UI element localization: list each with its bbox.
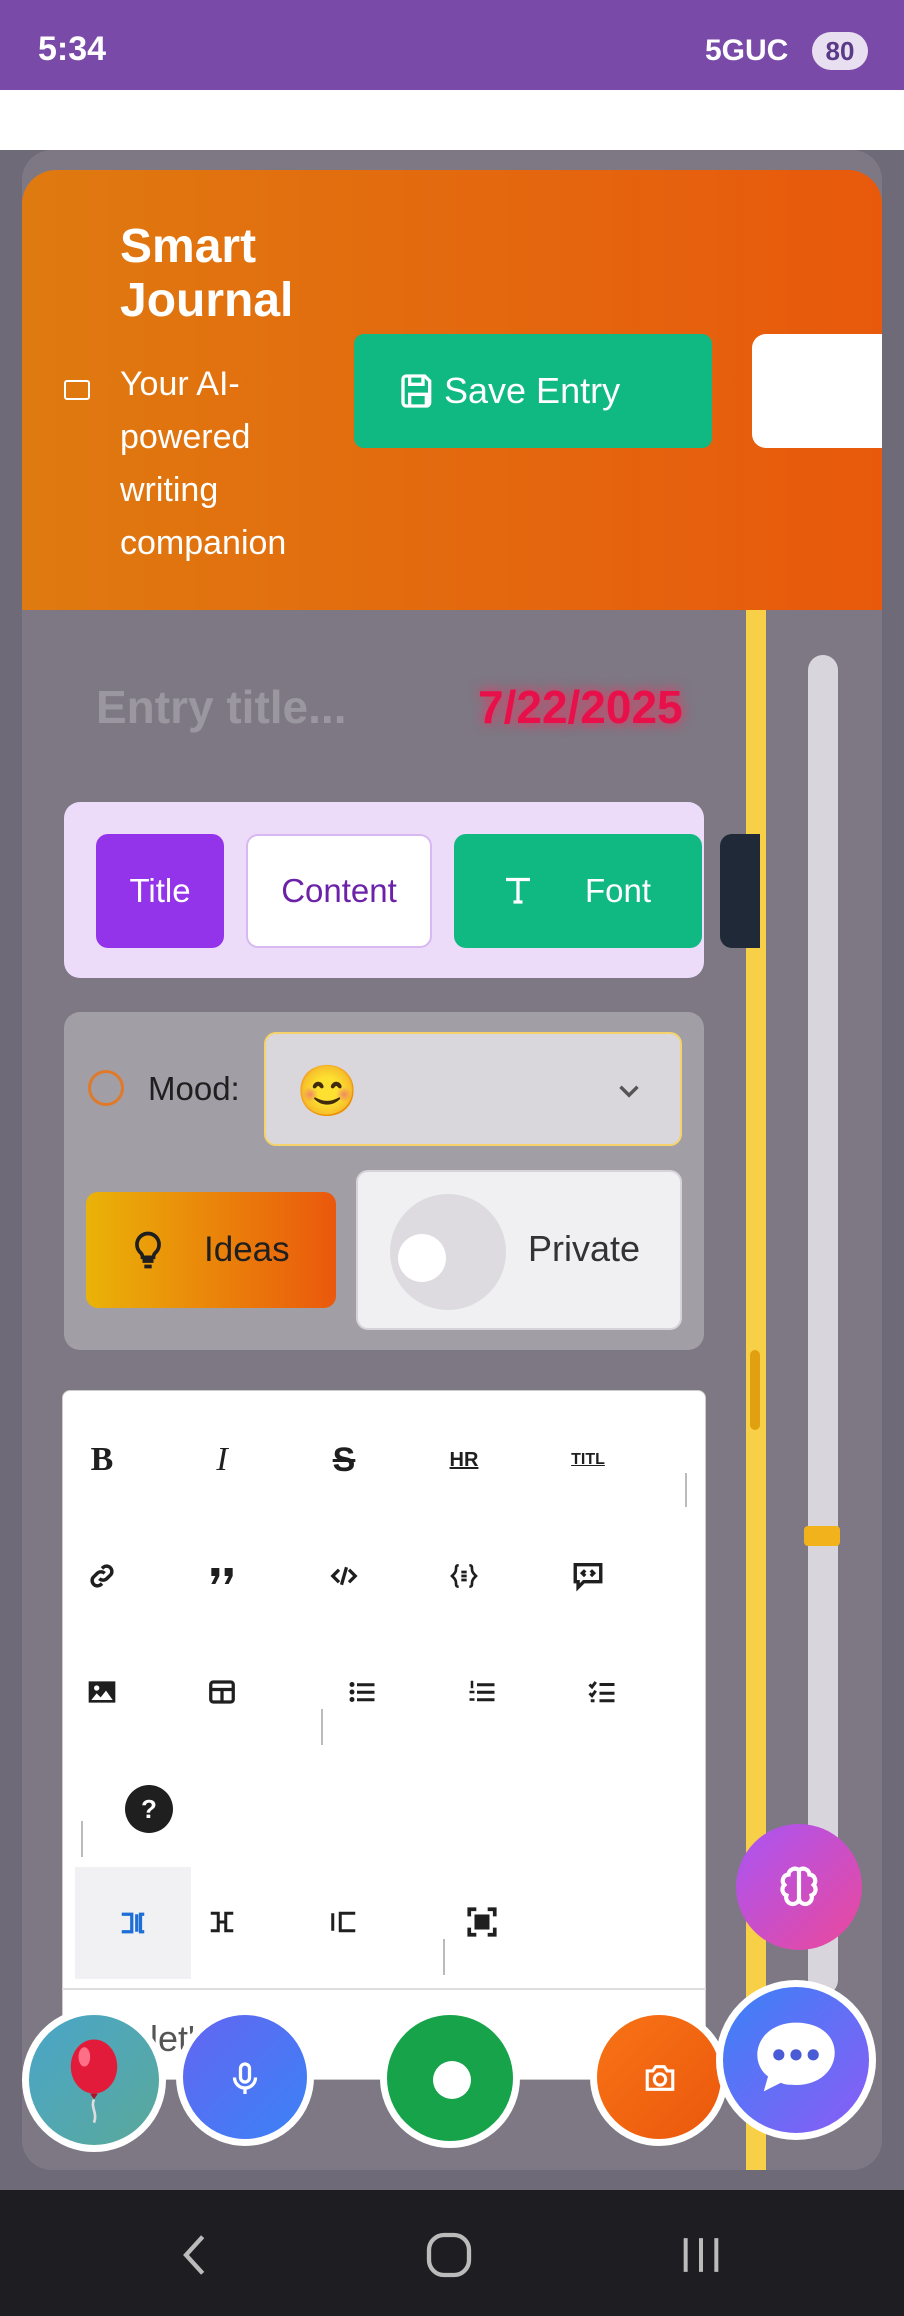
voice-record-button[interactable] — [176, 2008, 314, 2146]
italic-button[interactable]: I — [187, 1425, 257, 1495]
rich-text-editor: B I S HR TITL ? — [62, 1390, 706, 2080]
recents-icon[interactable] — [678, 2230, 724, 2280]
code-block-button[interactable] — [429, 1541, 499, 1611]
tab-overflow[interactable] — [720, 834, 760, 948]
help-button[interactable]: ? — [125, 1785, 173, 1833]
ideas-button[interactable]: Ideas — [86, 1192, 336, 1308]
toolbar-separator — [81, 1821, 83, 1857]
mic-icon — [232, 2062, 258, 2094]
bullet-list-button[interactable] — [327, 1657, 397, 1727]
book-icon — [64, 380, 90, 400]
code-block-icon — [450, 1564, 478, 1588]
camera-icon — [645, 2065, 675, 2091]
editor-divider — [62, 1988, 706, 1990]
split-view-button[interactable] — [75, 1867, 191, 1979]
balloon-icon — [70, 2039, 118, 2124]
smiley-icon — [88, 1070, 124, 1106]
bold-button[interactable]: B — [67, 1425, 137, 1495]
quote-icon — [211, 1568, 233, 1584]
background-app-bar — [0, 90, 904, 150]
balloon-button[interactable] — [22, 2008, 166, 2152]
split-right-icon — [331, 1911, 356, 1933]
record-dot-icon — [433, 2061, 471, 2099]
app-title: Smart Journal — [120, 220, 294, 327]
private-toggle-card: Private — [356, 1170, 682, 1330]
checklist-icon — [588, 1681, 615, 1703]
save-entry-label: Save Entry — [444, 370, 621, 411]
home-icon[interactable] — [424, 2230, 474, 2280]
private-toggle[interactable] — [390, 1194, 506, 1310]
image-button[interactable] — [67, 1657, 137, 1727]
app-subtitle: Your AI-powered writing companion — [120, 365, 287, 562]
entry-title-input[interactable]: Entry title... — [96, 680, 346, 734]
camera-button[interactable] — [590, 2008, 728, 2146]
status-bar: 5:34 5GUC 80 — [0, 0, 904, 90]
journal-header: Smart Journal Your AI-powered writing co… — [22, 170, 882, 610]
split-left-icon — [121, 1912, 145, 1934]
title-format-button[interactable]: TITL — [553, 1425, 623, 1495]
ai-assistant-button[interactable] — [736, 1824, 862, 1950]
fullscreen-icon — [467, 1907, 497, 1937]
header-secondary-button[interactable] — [752, 334, 882, 448]
tab-font-label: Font — [584, 872, 652, 909]
record-button[interactable] — [380, 2008, 520, 2148]
save-entry-button[interactable]: Save Entry — [354, 334, 712, 448]
network-indicator: 5GUC — [705, 34, 789, 67]
checklist-button[interactable] — [567, 1657, 637, 1727]
mood-select[interactable]: 😊 — [264, 1032, 682, 1146]
tab-title[interactable]: Title — [96, 834, 224, 948]
code-button[interactable] — [309, 1541, 379, 1611]
scroll-handle[interactable] — [750, 1350, 760, 1430]
brain-icon — [780, 1866, 818, 1907]
scroll-track[interactable] — [808, 655, 838, 1995]
status-time: 5:34 — [38, 30, 107, 68]
toolbar-separator — [321, 1709, 323, 1745]
numbered-list-icon — [469, 1680, 495, 1702]
ideas-label: Ideas — [204, 1230, 290, 1269]
chat-button[interactable] — [716, 1980, 876, 2140]
toggle-knob — [398, 1234, 446, 1282]
mood-card: Mood: 😊 Ideas Private — [64, 1012, 704, 1350]
save-icon — [401, 374, 432, 408]
horizontal-rule-button[interactable]: HR — [429, 1425, 499, 1495]
tab-bar: Title Content Font — [64, 802, 760, 978]
image-icon — [88, 1681, 116, 1703]
tab-content[interactable]: Content — [246, 834, 432, 948]
numbered-list-button[interactable] — [447, 1657, 517, 1727]
mood-selected-value: 😊 — [296, 1063, 359, 1119]
private-label: Private — [528, 1228, 641, 1269]
split-both-icon — [210, 1911, 234, 1933]
system-nav-bar — [0, 2190, 904, 2316]
table-icon — [209, 1680, 235, 1704]
tab-font[interactable]: Font — [454, 834, 702, 948]
toolbar-separator — [443, 1939, 445, 1975]
toolbar-separator — [685, 1473, 687, 1507]
strikethrough-button[interactable]: S — [309, 1425, 379, 1495]
bullet-list-icon — [349, 1682, 375, 1702]
back-icon[interactable] — [176, 2230, 216, 2280]
font-icon — [506, 877, 530, 904]
battery-indicator: 80 — [812, 32, 868, 70]
scroll-thumb[interactable] — [804, 1526, 840, 1546]
split-right-button[interactable] — [309, 1887, 379, 1957]
preview-button[interactable] — [553, 1541, 623, 1611]
split-both-button[interactable] — [187, 1887, 257, 1957]
fullscreen-button[interactable] — [447, 1887, 517, 1957]
chat-icon — [757, 2022, 835, 2092]
link-icon — [90, 1564, 114, 1588]
preview-icon — [573, 1562, 603, 1592]
chevron-down-icon — [619, 1085, 639, 1098]
mood-label: Mood: — [148, 1070, 240, 1107]
link-button[interactable] — [67, 1541, 137, 1611]
entry-date: 7/22/2025 — [478, 681, 683, 733]
quote-button[interactable] — [187, 1541, 257, 1611]
lightbulb-icon — [135, 1231, 161, 1269]
code-icon — [330, 1566, 358, 1586]
table-button[interactable] — [187, 1657, 257, 1727]
